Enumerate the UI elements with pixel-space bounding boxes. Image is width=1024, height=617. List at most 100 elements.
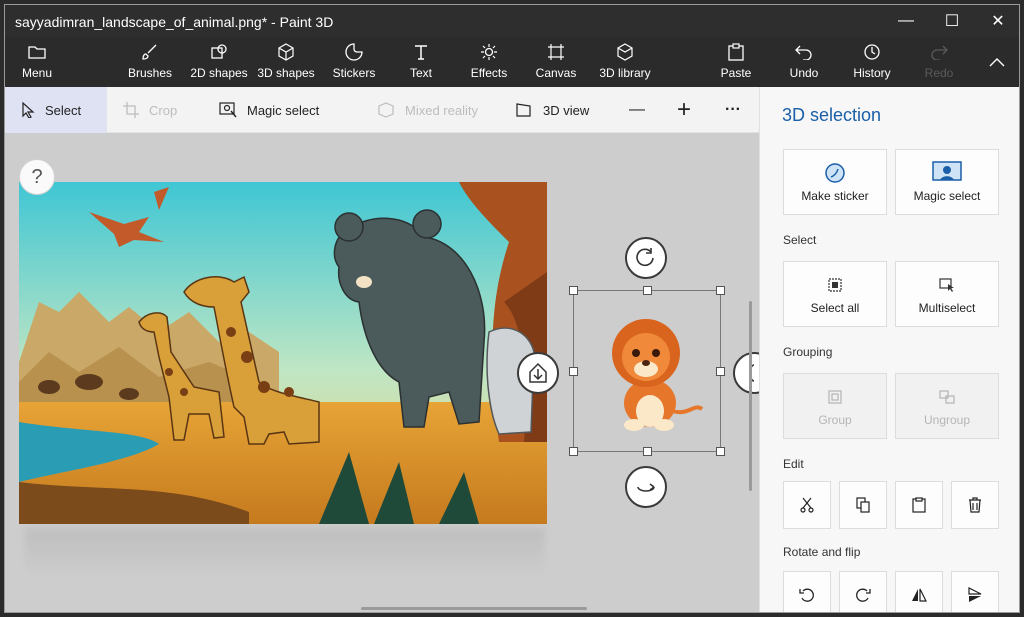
crop-tool[interactable]: Crop <box>123 87 177 133</box>
ribbon-label: 3D library <box>599 66 651 80</box>
copy-icon <box>856 497 870 513</box>
flip-horizontal-button[interactable] <box>895 571 943 612</box>
rotate-x-handle[interactable] <box>733 352 759 394</box>
3d-shapes-icon <box>277 41 295 63</box>
panel-magic-select-button[interactable]: Magic select <box>895 149 999 215</box>
resize-handle[interactable] <box>716 286 725 295</box>
canvas-area[interactable]: ? <box>5 133 759 612</box>
ribbon-canvas[interactable]: Canvas <box>535 41 577 85</box>
ungroup-icon <box>939 385 955 409</box>
ribbon-label: Text <box>409 66 432 80</box>
maximize-button[interactable]: ☐ <box>929 5 975 37</box>
rotate-right-icon <box>856 588 871 602</box>
copy-button[interactable] <box>839 481 887 529</box>
selection-box[interactable] <box>569 286 725 456</box>
ribbon-3d-shapes[interactable]: 3D shapes <box>255 41 317 85</box>
undo-button[interactable]: Undo <box>787 41 821 85</box>
ribbon-3d-library[interactable]: 3D library <box>595 41 655 85</box>
brush-icon <box>141 41 159 63</box>
menu-button[interactable]: Menu <box>17 41 57 85</box>
undo-label: Undo <box>789 66 819 80</box>
panel-title: 3D selection <box>782 105 882 125</box>
make-sticker-label: Make sticker <box>801 189 869 203</box>
resize-handle[interactable] <box>569 367 578 376</box>
cut-button[interactable] <box>783 481 831 529</box>
ribbon-text[interactable]: Text <box>401 41 441 85</box>
ribbon-label: Stickers <box>332 66 376 80</box>
chevron-up-icon <box>989 51 1005 73</box>
3d-selection-panel: 3D selection Make sticker Magic select S… <box>759 87 1019 612</box>
magic-select-label: Magic select <box>913 189 981 203</box>
ribbon-2d-shapes[interactable]: 2D shapes <box>188 41 250 85</box>
group-icon <box>828 385 842 409</box>
undo-icon <box>795 41 813 63</box>
select-tool[interactable]: Select <box>5 87 107 133</box>
3d-view-toggle[interactable]: 3D view <box>515 87 589 133</box>
paint3d-window: sayyadimran_landscape_of_animal.png* - P… <box>4 4 1020 613</box>
multiselect-button[interactable]: Multiselect <box>895 261 999 327</box>
rotate-z-handle[interactable] <box>625 237 667 279</box>
make-sticker-button[interactable]: Make sticker <box>783 149 887 215</box>
magic-select-tool[interactable]: Magic select <box>219 87 319 133</box>
scissors-icon <box>800 497 814 513</box>
redo-button[interactable]: Redo <box>923 41 955 85</box>
select-label: Select <box>45 102 82 118</box>
folder-icon <box>28 41 46 63</box>
menu-label: Menu <box>21 66 53 80</box>
push-back-handle[interactable] <box>517 352 559 394</box>
resize-handle[interactable] <box>569 447 578 456</box>
group-button[interactable]: Group <box>783 373 887 439</box>
minimize-button[interactable]: — <box>883 5 929 37</box>
text-icon <box>412 41 430 63</box>
help-button[interactable]: ? <box>19 159 55 195</box>
ribbon-label: Effects <box>470 66 508 80</box>
push-back-icon <box>529 362 547 383</box>
select-all-button[interactable]: Select all <box>783 261 887 327</box>
redo-icon <box>930 41 948 63</box>
rotate-left-button[interactable] <box>783 571 831 612</box>
clipboard-icon <box>728 41 744 63</box>
flip-vertical-button[interactable] <box>951 571 999 612</box>
paste-label: Paste <box>720 66 752 80</box>
resize-handle[interactable] <box>716 447 725 456</box>
select-all-label: Select all <box>810 301 860 315</box>
resize-handle[interactable] <box>569 286 578 295</box>
vertical-scrollbar[interactable] <box>749 301 752 491</box>
mixed-reality-tool[interactable]: Mixed reality <box>377 87 478 133</box>
grouping-section-label: Grouping <box>783 345 833 359</box>
ungroup-button[interactable]: Ungroup <box>895 373 999 439</box>
edit-section-label: Edit <box>783 457 804 471</box>
crop-label: Crop <box>149 102 178 118</box>
resize-handle[interactable] <box>716 367 725 376</box>
redo-label: Redo <box>924 66 954 80</box>
landscape-image[interactable] <box>19 182 547 524</box>
zoom-in-button[interactable]: + <box>677 87 691 133</box>
ribbon-effects[interactable]: Effects <box>467 41 511 85</box>
tool-bar: Select Crop Magic select Mixed reality 3… <box>5 87 759 133</box>
ribbon-stickers[interactable]: Stickers <box>329 41 379 85</box>
paste-icon <box>912 497 926 513</box>
3d-view-label: 3D view <box>543 102 590 118</box>
magic-select-icon <box>219 102 237 118</box>
rotate-right-button[interactable] <box>839 571 887 612</box>
stickers-icon <box>345 41 363 63</box>
delete-button[interactable] <box>951 481 999 529</box>
edit-paste-button[interactable] <box>895 481 943 529</box>
more-options-button[interactable]: ··· <box>725 87 741 133</box>
paste-button[interactable]: Paste <box>719 41 753 85</box>
close-button[interactable]: ✕ <box>975 5 1019 37</box>
3d-library-icon <box>616 41 634 63</box>
ribbon-brushes[interactable]: Brushes <box>125 41 175 85</box>
resize-handle[interactable] <box>643 286 652 295</box>
history-button[interactable]: History <box>851 41 893 85</box>
flip-horizontal-icon <box>912 588 927 602</box>
rotate-flip-section-label: Rotate and flip <box>783 545 861 559</box>
zoom-out-button[interactable]: — <box>629 87 645 133</box>
resize-handle[interactable] <box>643 447 652 456</box>
group-label: Group <box>818 413 852 427</box>
cursor-icon <box>22 102 35 118</box>
history-icon <box>863 41 881 63</box>
rotate-y-handle[interactable] <box>625 466 667 508</box>
horizontal-scrollbar[interactable] <box>361 607 587 610</box>
history-label: History <box>853 66 891 80</box>
